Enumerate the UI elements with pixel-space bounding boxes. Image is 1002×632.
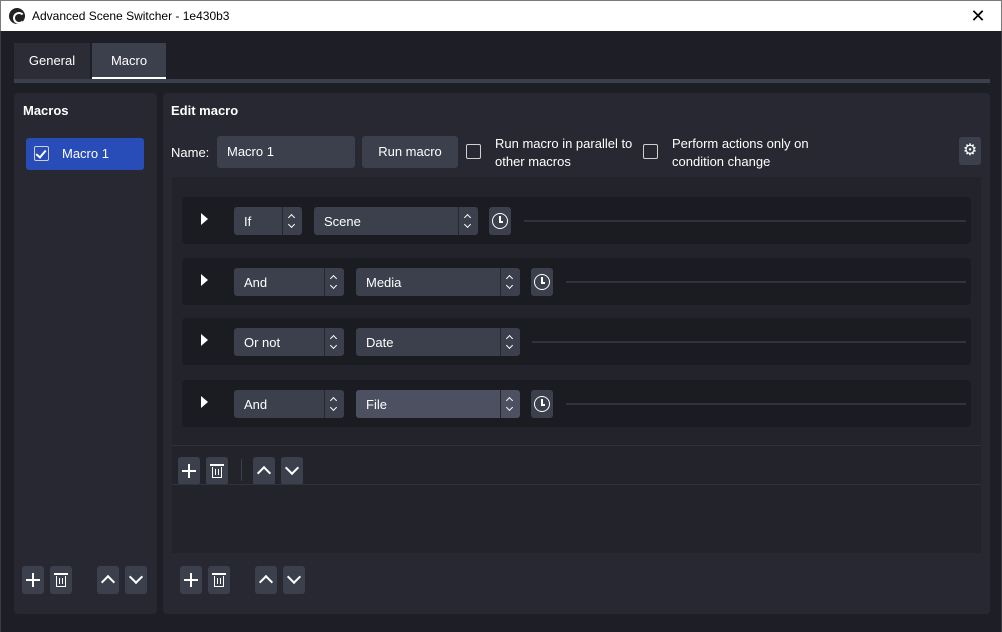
condition-change-line2: condition change	[672, 154, 771, 169]
logic-select-value: And	[244, 397, 268, 412]
condition-row[interactable]: Or not Date	[182, 318, 971, 365]
expand-arrow-icon[interactable]	[201, 334, 208, 346]
move-macro-down-button[interactable]	[125, 566, 147, 594]
run-parallel-line2: other macros	[495, 154, 571, 169]
logic-select-value: Or not	[244, 335, 281, 350]
title-bar: Advanced Scene Switcher - 1e430b3 ✕	[0, 0, 1002, 31]
checkmark-icon	[35, 147, 47, 159]
run-parallel-checkbox[interactable]	[466, 144, 481, 159]
macro-enabled-checkbox[interactable]	[34, 146, 49, 161]
expand-arrow-icon[interactable]	[201, 396, 208, 408]
condition-type-value: Scene	[324, 214, 361, 229]
trash-icon	[54, 573, 68, 575]
spin-arrows-icon	[458, 207, 478, 235]
window-title: Advanced Scene Switcher - 1e430b3	[32, 9, 230, 23]
toolbar-divider	[241, 459, 242, 481]
duration-button[interactable]	[531, 390, 553, 418]
condition-row[interactable]: If Scene	[182, 197, 971, 244]
logic-select[interactable]: If	[234, 207, 302, 235]
trash-icon	[210, 464, 224, 466]
spin-arrows-icon	[324, 390, 344, 418]
expand-arrow-icon[interactable]	[201, 213, 208, 225]
condition-type-select[interactable]: Date	[356, 328, 520, 356]
remove-macro-button[interactable]	[50, 566, 72, 594]
expand-arrow-icon[interactable]	[201, 274, 208, 286]
macros-panel: Macros Macro 1	[14, 93, 157, 614]
clock-icon	[534, 396, 550, 412]
spin-arrows-icon	[500, 328, 520, 356]
logic-select[interactable]: And	[234, 390, 344, 418]
move-action-up-button[interactable]	[255, 566, 277, 594]
row-divider-line	[532, 341, 966, 343]
tab-macro[interactable]: Macro	[92, 43, 166, 79]
trash-icon	[212, 573, 226, 575]
condition-type-select[interactable]: Media	[356, 268, 520, 296]
move-action-down-button[interactable]	[283, 566, 305, 594]
close-icon[interactable]: ✕	[955, 1, 1001, 31]
row-divider-line	[524, 220, 966, 222]
condition-type-select[interactable]: File	[356, 390, 520, 418]
main-window: General Macro Macros Macro 1 Edit macro …	[0, 31, 1002, 632]
add-macro-button[interactable]	[22, 566, 44, 594]
tab-bar: General Macro	[14, 43, 168, 79]
condition-change-label: Perform actions only on condition change	[672, 135, 809, 171]
remove-condition-button[interactable]	[206, 457, 228, 485]
conditions-area: If Scene And Media Or not Date And File	[172, 177, 981, 553]
condition-row[interactable]: And File	[182, 380, 971, 427]
move-condition-up-button[interactable]	[253, 457, 275, 485]
macro-name-input[interactable]: Macro 1	[217, 136, 355, 168]
edit-macro-panel: Edit macro Name: Macro 1 Run macro Run m…	[163, 93, 990, 614]
actions-separator	[172, 484, 981, 485]
macro-item-label: Macro 1	[62, 146, 109, 161]
row-divider-line	[566, 281, 966, 283]
row-divider-line	[566, 403, 966, 405]
macro-list-item[interactable]: Macro 1	[26, 138, 144, 170]
duration-button[interactable]	[531, 268, 553, 296]
run-parallel-line1: Run macro in parallel to	[495, 136, 633, 151]
move-condition-down-button[interactable]	[281, 457, 303, 485]
logic-select-value: And	[244, 275, 268, 290]
obs-logo-icon	[9, 8, 25, 24]
condition-type-value: File	[366, 397, 387, 412]
settings-button[interactable]: ⚙	[959, 137, 981, 165]
clock-icon	[534, 274, 550, 290]
tab-general[interactable]: General	[14, 43, 90, 79]
spin-arrows-icon	[500, 390, 520, 418]
condition-change-line1: Perform actions only on	[672, 136, 809, 151]
condition-type-value: Media	[366, 275, 402, 290]
spin-arrows-icon	[324, 328, 344, 356]
logic-select[interactable]: Or not	[234, 328, 344, 356]
logic-select-value: If	[244, 214, 252, 229]
run-macro-button[interactable]: Run macro	[362, 136, 458, 168]
edit-macro-title: Edit macro	[171, 103, 239, 118]
condition-change-checkbox[interactable]	[643, 144, 658, 159]
remove-action-button[interactable]	[208, 566, 230, 594]
macros-title: Macros	[23, 103, 69, 118]
tab-underline	[14, 79, 990, 83]
add-condition-button[interactable]	[178, 457, 200, 485]
move-macro-up-button[interactable]	[97, 566, 119, 594]
duration-button[interactable]	[489, 207, 511, 235]
run-parallel-label: Run macro in parallel to other macros	[495, 135, 632, 171]
logic-select[interactable]: And	[234, 268, 344, 296]
condition-type-select[interactable]: Scene	[314, 207, 478, 235]
name-label: Name:	[171, 145, 210, 160]
clock-icon	[492, 213, 508, 229]
add-action-button[interactable]	[180, 566, 202, 594]
condition-type-value: Date	[366, 335, 394, 350]
conditions-separator	[172, 445, 981, 446]
condition-row[interactable]: And Media	[182, 258, 971, 305]
gear-icon: ⚙	[962, 142, 978, 159]
spin-arrows-icon	[282, 207, 302, 235]
spin-arrows-icon	[324, 268, 344, 296]
spin-arrows-icon	[500, 268, 520, 296]
